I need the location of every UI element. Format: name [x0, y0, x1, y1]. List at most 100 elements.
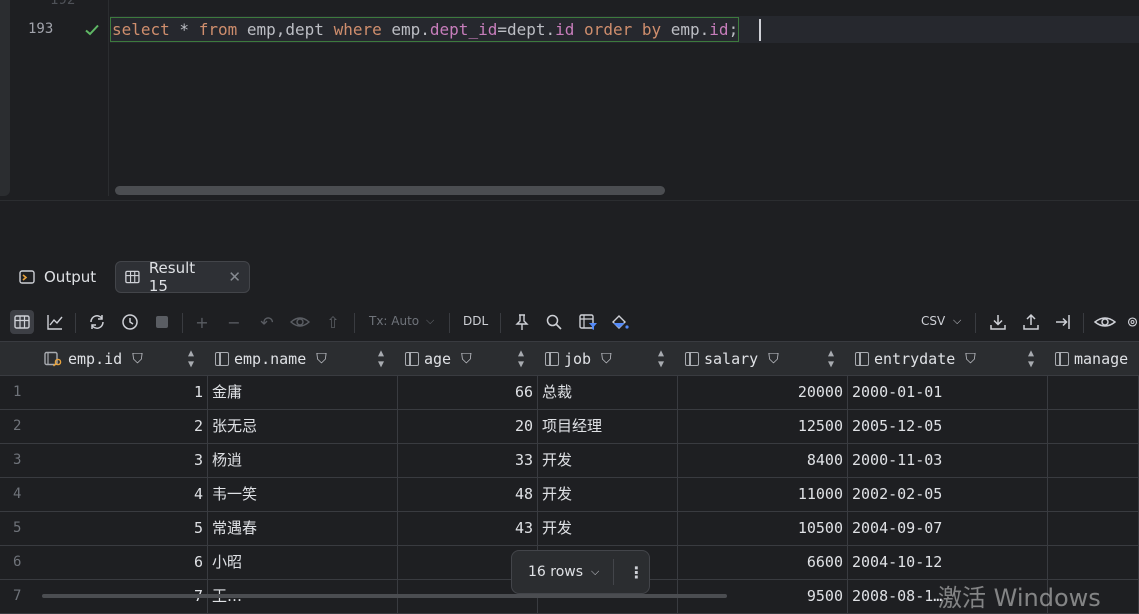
- cell-emp-id[interactable]: 4: [38, 478, 208, 511]
- row-number[interactable]: 2: [0, 410, 38, 443]
- row-number[interactable]: 4: [0, 478, 38, 511]
- cell-managerid[interactable]: [1048, 546, 1139, 579]
- filter-icon[interactable]: ⛉: [601, 351, 612, 367]
- cell-job[interactable]: 项目经理: [538, 410, 678, 443]
- revert-button[interactable]: ↶: [255, 310, 279, 334]
- cell-emp-id[interactable]: 1: [38, 376, 208, 409]
- sort-icon[interactable]: ▲ ▼: [188, 348, 194, 370]
- cell-emp-name[interactable]: 韦一笑: [208, 478, 398, 511]
- sort-icon[interactable]: ▲ ▼: [828, 348, 834, 370]
- tab-output[interactable]: Output: [10, 261, 104, 293]
- tx-mode-dropdown[interactable]: Tx: Auto: [369, 314, 419, 328]
- row-number[interactable]: 3: [0, 444, 38, 477]
- cell-age[interactable]: 48: [398, 478, 538, 511]
- sort-icon[interactable]: ▲ ▼: [658, 348, 664, 370]
- cell-salary[interactable]: 10500: [678, 512, 848, 545]
- column-header-age[interactable]: age ⛉ ▲ ▼: [398, 342, 538, 376]
- filter-icon[interactable]: ⛉: [965, 351, 976, 367]
- table-view-button[interactable]: [10, 310, 34, 334]
- delete-row-button[interactable]: −: [222, 310, 246, 334]
- chevron-down-icon[interactable]: ⌵: [591, 565, 599, 579]
- sql-editor[interactable]: 192 193 select * from emp,dept where emp…: [0, 0, 1139, 200]
- chart-view-button[interactable]: [43, 310, 67, 334]
- cell-age[interactable]: 66: [398, 376, 538, 409]
- table-row[interactable]: 1 1 金庸 66 总裁 20000 2000-01-01: [0, 376, 1139, 410]
- upload-button[interactable]: [1019, 310, 1043, 334]
- row-number[interactable]: 7: [0, 580, 38, 613]
- add-row-button[interactable]: +: [190, 310, 214, 334]
- cell-entrydate[interactable]: 2000-11-03: [848, 444, 1048, 477]
- cell-managerid[interactable]: [1048, 410, 1139, 443]
- settings-button[interactable]: [1126, 310, 1139, 334]
- edit-style-button[interactable]: [608, 310, 632, 334]
- cell-salary[interactable]: 20000: [678, 376, 848, 409]
- cell-emp-name[interactable]: 杨逍: [208, 444, 398, 477]
- cell-entrydate[interactable]: 2004-10-12: [848, 546, 1048, 579]
- sql-statement[interactable]: select * from emp,dept where emp.dept_id…: [110, 17, 740, 42]
- cell-emp-id[interactable]: 5: [38, 512, 208, 545]
- cell-salary[interactable]: 8400: [678, 444, 848, 477]
- sort-icon[interactable]: ▲ ▼: [378, 348, 384, 370]
- rows-count-popup[interactable]: 16 rows ⌵ ⋮: [511, 550, 650, 594]
- history-button[interactable]: [118, 310, 142, 334]
- cell-job[interactable]: 开发: [538, 478, 678, 511]
- cell-age[interactable]: 33: [398, 444, 538, 477]
- column-header-emp-id[interactable]: emp.id ⛉ ▲ ▼: [38, 342, 208, 376]
- cell-emp-id[interactable]: 6: [38, 546, 208, 579]
- grid-horizontal-scrollbar[interactable]: [42, 594, 727, 598]
- stop-button[interactable]: [150, 310, 174, 334]
- row-number[interactable]: 6: [0, 546, 38, 579]
- cell-age[interactable]: 20: [398, 410, 538, 443]
- cell-emp-name[interactable]: 常遇春: [208, 512, 398, 545]
- table-row[interactable]: 3 3 杨逍 33 开发 8400 2000-11-03: [0, 444, 1139, 478]
- editor-horizontal-scrollbar[interactable]: [115, 186, 665, 195]
- tab-result-15[interactable]: Result 15 ✕: [115, 259, 250, 295]
- export-format-dropdown[interactable]: CSV: [921, 314, 945, 328]
- search-button[interactable]: [542, 310, 566, 334]
- cell-emp-name[interactable]: 小昭: [208, 546, 398, 579]
- ddl-button[interactable]: DDL: [463, 314, 488, 328]
- column-header-job[interactable]: job ⛉ ▲ ▼: [538, 342, 678, 376]
- preview-changes-button[interactable]: [288, 310, 312, 334]
- cell-job[interactable]: 总裁: [538, 376, 678, 409]
- cell-age[interactable]: 43: [398, 512, 538, 545]
- cell-emp-id[interactable]: 2: [38, 410, 208, 443]
- compare-button[interactable]: [1052, 310, 1076, 334]
- table-row[interactable]: 2 2 张无忌 20 项目经理 12500 2005-12-05: [0, 410, 1139, 444]
- cell-emp-name[interactable]: 金庸: [208, 376, 398, 409]
- refresh-button[interactable]: [85, 310, 109, 334]
- cell-salary[interactable]: 6600: [678, 546, 848, 579]
- cell-managerid[interactable]: [1048, 444, 1139, 477]
- cell-salary[interactable]: 11000: [678, 478, 848, 511]
- sort-icon[interactable]: ▲ ▼: [1028, 348, 1034, 370]
- cell-entrydate[interactable]: 2000-01-01: [848, 376, 1048, 409]
- table-row[interactable]: 4 4 韦一笑 48 开发 11000 2002-02-05: [0, 478, 1139, 512]
- sort-icon[interactable]: ▲ ▼: [518, 348, 524, 370]
- filter-icon[interactable]: ⛉: [132, 351, 143, 367]
- cell-entrydate[interactable]: 2004-09-07: [848, 512, 1048, 545]
- column-header-entrydate[interactable]: entrydate ⛉ ▲ ▼: [848, 342, 1048, 376]
- filter-view-button[interactable]: [576, 310, 600, 334]
- filter-icon[interactable]: ⛉: [316, 351, 327, 367]
- cell-job[interactable]: 开发: [538, 444, 678, 477]
- more-options-icon[interactable]: ⋮: [628, 563, 644, 582]
- row-number[interactable]: 1: [0, 376, 38, 409]
- download-button[interactable]: [986, 310, 1010, 334]
- cell-salary[interactable]: 12500: [678, 410, 848, 443]
- cell-entrydate[interactable]: 2002-02-05: [848, 478, 1048, 511]
- cell-managerid[interactable]: [1048, 512, 1139, 545]
- column-header-emp-name[interactable]: emp.name ⛉ ▲ ▼: [208, 342, 398, 376]
- pin-button[interactable]: [510, 310, 534, 334]
- column-header-managerid[interactable]: manage: [1048, 342, 1139, 376]
- cell-job[interactable]: 开发: [538, 512, 678, 545]
- cell-managerid[interactable]: [1048, 376, 1139, 409]
- cell-emp-id[interactable]: 3: [38, 444, 208, 477]
- column-header-salary[interactable]: salary ⛉ ▲ ▼: [678, 342, 848, 376]
- cell-managerid[interactable]: [1048, 478, 1139, 511]
- table-row[interactable]: 5 5 常遇春 43 开发 10500 2004-09-07: [0, 512, 1139, 546]
- cell-emp-name[interactable]: 张无忌: [208, 410, 398, 443]
- cell-entrydate[interactable]: 2005-12-05: [848, 410, 1048, 443]
- row-number[interactable]: 5: [0, 512, 38, 545]
- submit-button[interactable]: ⇧: [321, 310, 345, 334]
- view-options-button[interactable]: [1093, 310, 1117, 334]
